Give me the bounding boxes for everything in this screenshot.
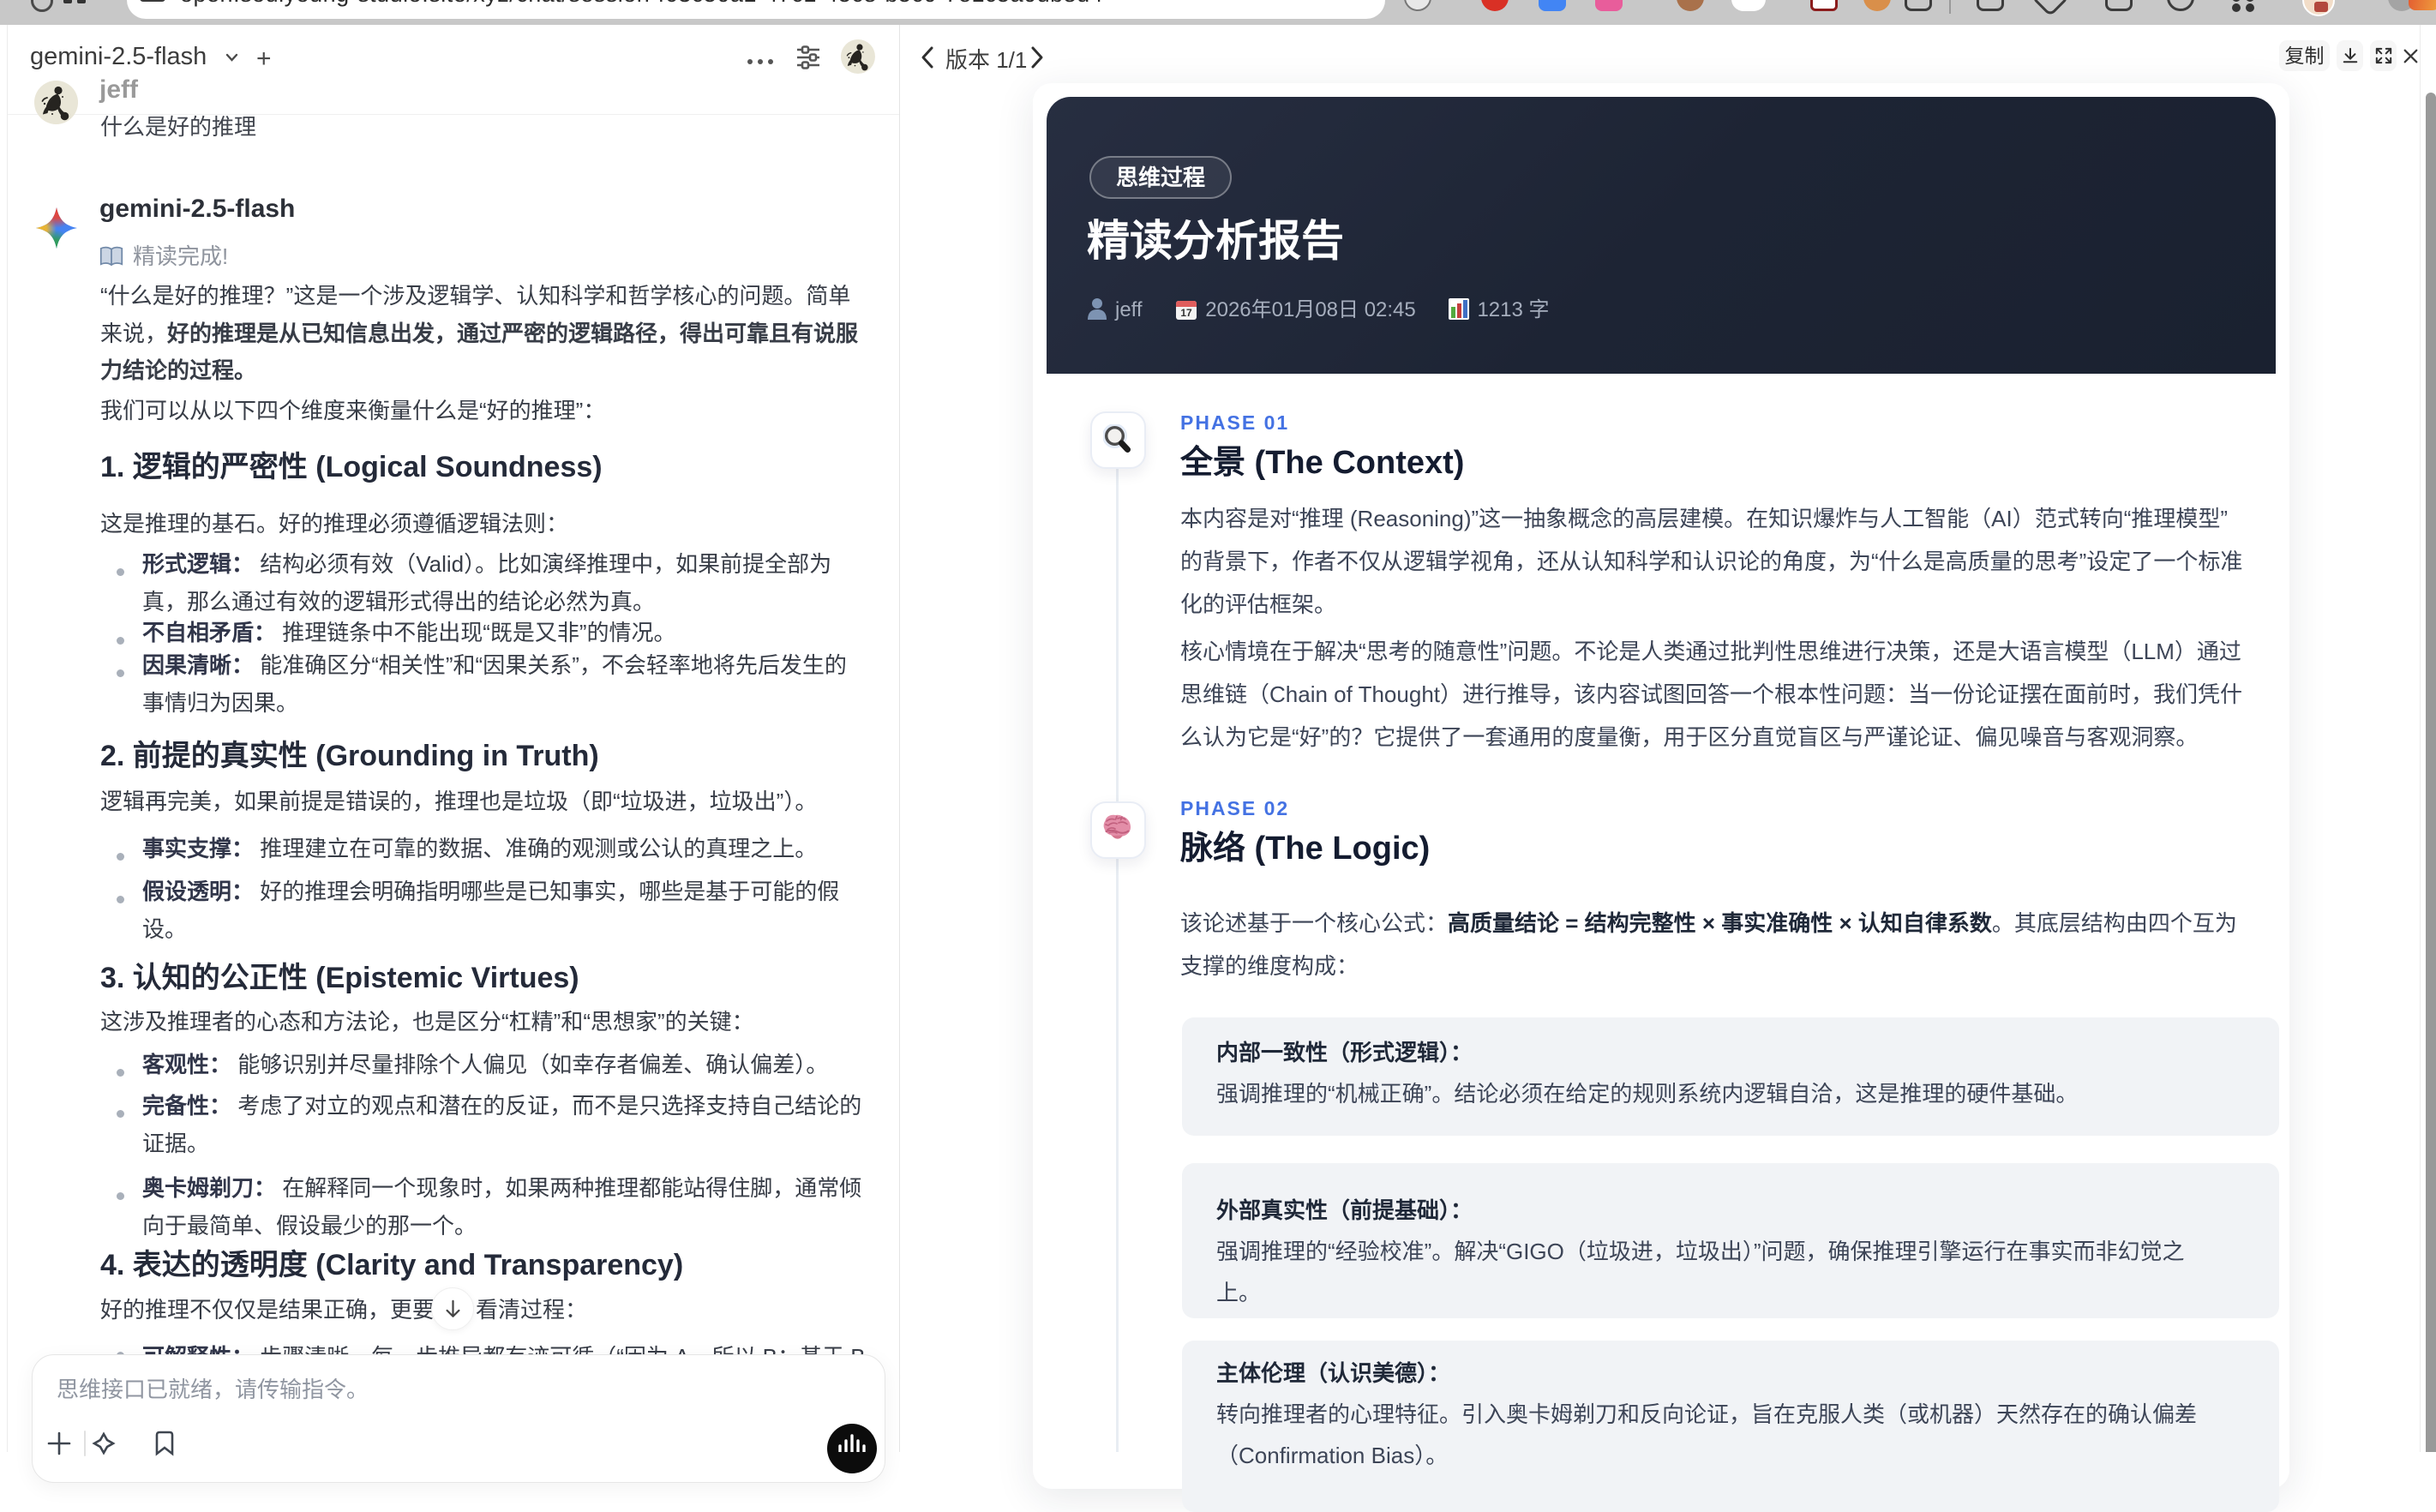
svg-text:17: 17 bbox=[1181, 307, 1193, 319]
